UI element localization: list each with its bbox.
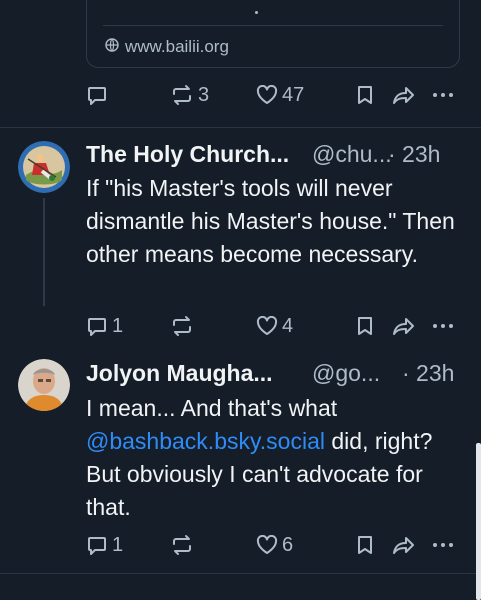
share-icon	[392, 84, 416, 106]
reply-count: 1	[112, 314, 124, 337]
post-actions: 1 6	[86, 531, 456, 559]
post-time[interactable]: · 23h	[402, 360, 454, 387]
post-text: I mean... And that's what @bashback.bsky…	[86, 392, 461, 524]
share-button[interactable]	[392, 315, 416, 337]
thread-line	[43, 198, 45, 306]
bookmark-button[interactable]	[356, 315, 374, 337]
post-header: Jolyon Maugha... @go... · 23h	[86, 360, 466, 390]
post-header: The Holy Church... @chu... · 23h	[86, 141, 466, 171]
repost-button[interactable]	[170, 315, 194, 337]
share-icon	[392, 315, 416, 337]
share-button[interactable]	[392, 534, 416, 556]
heart-icon	[256, 85, 278, 105]
scrollbar[interactable]	[476, 443, 481, 600]
post-separator	[0, 127, 481, 128]
more-button[interactable]	[432, 542, 454, 548]
avatar[interactable]	[18, 141, 70, 193]
post-actions: 1 4	[86, 312, 456, 340]
author-name[interactable]: The Holy Church...	[86, 141, 289, 168]
post-time[interactable]: · 23h	[388, 141, 440, 168]
share-icon	[392, 534, 416, 556]
reply-count: 1	[112, 533, 124, 556]
like-count: 47	[282, 83, 305, 106]
more-button[interactable]	[432, 92, 454, 98]
like-button[interactable]: 47	[256, 84, 304, 107]
avatar[interactable]	[18, 359, 70, 411]
mention-link[interactable]: @bashback.bsky.social	[86, 428, 325, 454]
feed: www.bailii.org 3 47 The Holy Church... @…	[0, 0, 481, 600]
globe-icon	[105, 37, 119, 57]
more-icon	[432, 323, 454, 329]
repost-button[interactable]	[170, 534, 194, 556]
reply-button[interactable]: 1	[86, 315, 123, 338]
more-icon	[432, 542, 454, 548]
embed-dot	[255, 11, 258, 14]
heart-icon	[256, 316, 278, 336]
more-icon	[432, 92, 454, 98]
like-count: 6	[282, 533, 294, 556]
embed-divider	[103, 25, 443, 26]
like-button[interactable]: 6	[256, 534, 293, 557]
like-count: 4	[282, 314, 294, 337]
repost-icon	[170, 534, 194, 556]
bookmark-icon	[356, 315, 374, 337]
link-card[interactable]: www.bailii.org	[86, 0, 460, 68]
repost-icon	[170, 315, 194, 337]
post-text-part: I mean... And that's what	[86, 395, 338, 421]
heart-icon	[256, 535, 278, 555]
author-handle[interactable]: @chu...	[312, 141, 392, 168]
link-domain: www.bailii.org	[105, 37, 229, 57]
share-button[interactable]	[392, 84, 416, 106]
bookmark-button[interactable]	[356, 84, 374, 106]
link-domain-text: www.bailii.org	[125, 37, 229, 56]
repost-button[interactable]: 3	[170, 84, 209, 107]
post-actions: 3 47	[86, 81, 456, 109]
bookmark-icon	[356, 84, 374, 106]
reply-button[interactable]	[86, 84, 108, 106]
post-text: If "his Master's tools will never disman…	[86, 175, 455, 267]
bookmark-icon	[356, 534, 374, 556]
author-handle[interactable]: @go...	[312, 360, 380, 387]
post-separator	[0, 573, 481, 574]
bookmark-button[interactable]	[356, 534, 374, 556]
more-button[interactable]	[432, 323, 454, 329]
reply-icon	[86, 534, 108, 556]
like-button[interactable]: 4	[256, 315, 293, 338]
reply-button[interactable]: 1	[86, 534, 123, 557]
repost-count: 3	[198, 83, 210, 106]
reply-icon	[86, 315, 108, 337]
repost-icon	[170, 84, 194, 106]
author-name[interactable]: Jolyon Maugha...	[86, 360, 273, 387]
reply-icon	[86, 84, 108, 106]
